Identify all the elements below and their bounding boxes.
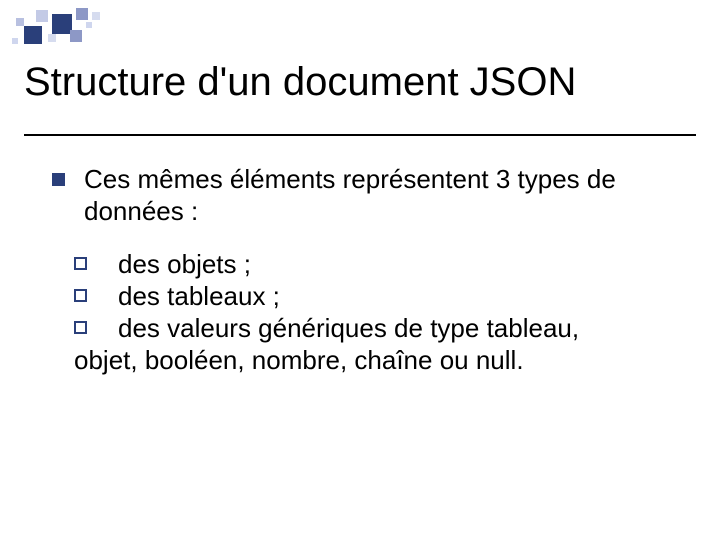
bullet-level2: des valeurs génériques de type tableau, (74, 313, 680, 345)
bullet-level2: des tableaux ; (74, 281, 680, 313)
slide: Structure d'un document JSON Ces mêmes é… (0, 0, 720, 540)
level1-text: Ces mêmes éléments représentent 3 types … (84, 164, 616, 226)
slide-body: Ces mêmes éléments représentent 3 types … (52, 164, 680, 376)
slide-title: Structure d'un document JSON (24, 60, 576, 105)
level2-item: des valeurs génériques de type tableau, (118, 313, 579, 343)
level2-continuation: objet, booléen, nombre, chaîne ou null. (74, 345, 680, 377)
bullet-level1: Ces mêmes éléments représentent 3 types … (52, 164, 680, 227)
hollow-square-bullet-icon (74, 257, 87, 270)
level2-item: des tableaux ; (118, 281, 280, 311)
bullet-level2: des objets ; (74, 249, 680, 281)
level2-item: des objets ; (118, 249, 251, 279)
title-underline (24, 134, 696, 136)
hollow-square-bullet-icon (74, 321, 87, 334)
square-bullet-icon (52, 173, 65, 186)
sub-bullet-list: des objets ; des tableaux ; des valeurs … (74, 249, 680, 376)
decorative-squares (8, 8, 148, 44)
hollow-square-bullet-icon (74, 289, 87, 302)
